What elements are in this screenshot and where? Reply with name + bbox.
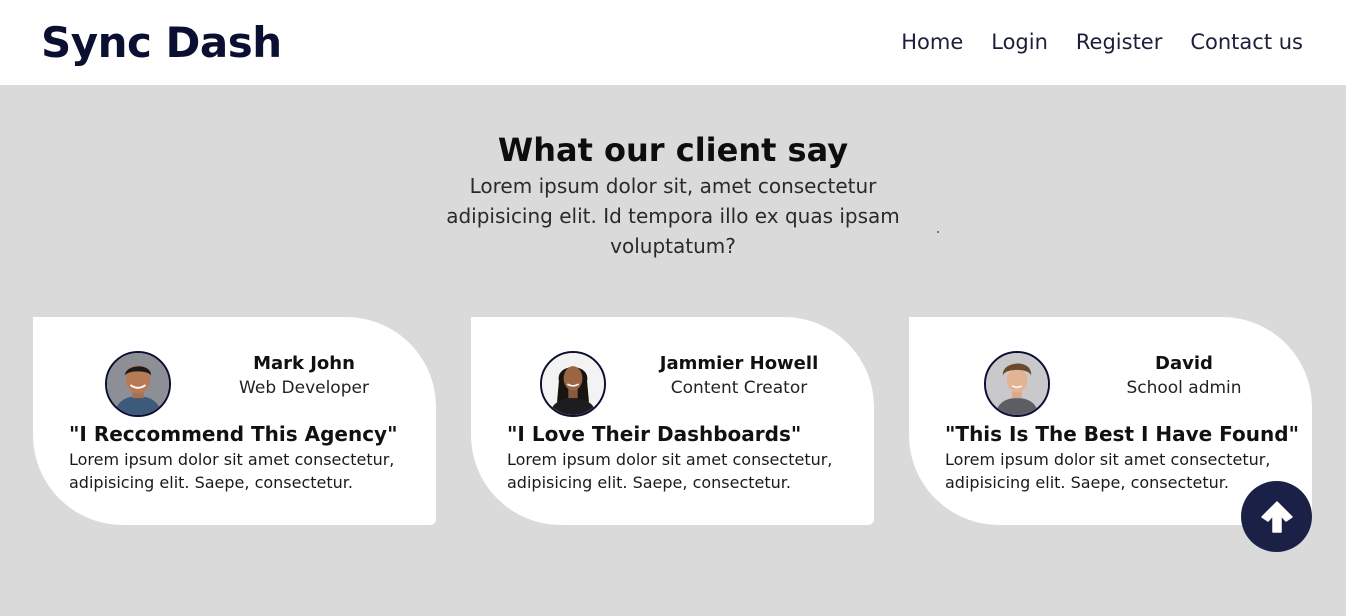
- person-role: Web Developer: [239, 378, 369, 398]
- brand-logo[interactable]: Sync Dash: [41, 18, 282, 68]
- testimonial-quote: "I Reccommend This Agency": [69, 422, 398, 446]
- testimonial-card: Jammier Howell Content Creator "I Love T…: [471, 317, 874, 525]
- person-name: David: [1155, 353, 1213, 374]
- testimonial-body: Lorem ipsum dolor sit amet consectetur, …: [69, 450, 395, 492]
- scroll-to-top-button[interactable]: [1241, 481, 1312, 552]
- nav-links: Home Login Register Contact us: [901, 27, 1303, 57]
- testimonial-quote: "This Is The Best I Have Found": [945, 422, 1299, 446]
- testimonial-body: Lorem ipsum dolor sit amet consectetur, …: [507, 450, 833, 492]
- section-title: What our client say: [497, 131, 849, 169]
- nav-link-contact[interactable]: Contact us: [1190, 27, 1303, 57]
- avatar-photo-icon: [986, 353, 1048, 415]
- nav-link-home[interactable]: Home: [901, 27, 963, 57]
- avatar: [984, 351, 1050, 417]
- testimonial-body: Lorem ipsum dolor sit amet consectetur, …: [945, 450, 1271, 492]
- avatar-photo-icon: [107, 353, 169, 415]
- avatar-photo-icon: [542, 353, 604, 415]
- avatar: [105, 351, 171, 417]
- person-name: Jammier Howell: [659, 353, 819, 374]
- person-role: Content Creator: [670, 378, 808, 398]
- navbar: Sync Dash Home Login Register Contact us: [0, 0, 1346, 85]
- nav-link-login[interactable]: Login: [991, 27, 1048, 57]
- person-name: Mark John: [253, 353, 355, 374]
- arrow-up-icon: [1260, 500, 1293, 533]
- section-subtitle: Lorem ipsum dolor sit, amet consectetur …: [446, 174, 900, 258]
- testimonial-card: Mark John Web Developer "I Reccommend Th…: [33, 317, 436, 525]
- avatar: [540, 351, 606, 417]
- decorative-dot: [937, 231, 939, 233]
- person-role: School admin: [1126, 378, 1242, 398]
- testimonial-quote: "I Love Their Dashboards": [507, 422, 802, 446]
- nav-link-register[interactable]: Register: [1076, 27, 1162, 57]
